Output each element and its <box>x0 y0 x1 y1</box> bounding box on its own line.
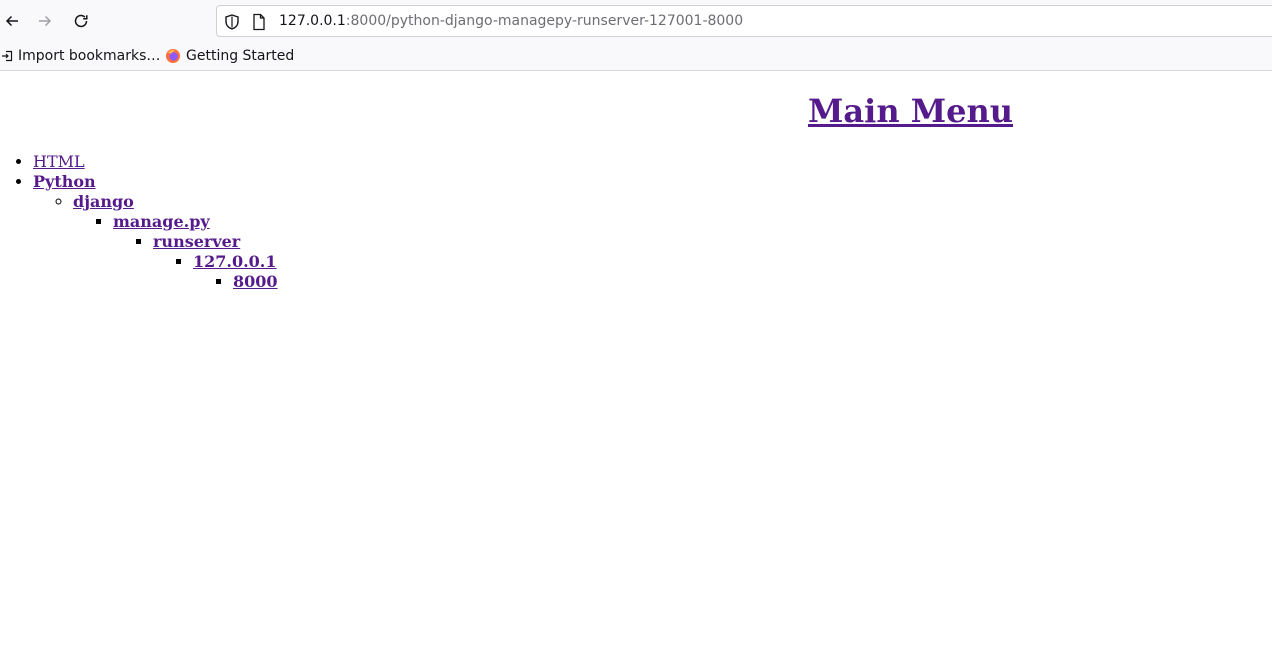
reload-button[interactable] <box>69 9 93 33</box>
django-submenu: manage.py runserver 127.0.0.1 <box>73 212 278 292</box>
port-link[interactable]: 8000 <box>233 272 278 291</box>
url-host: 127.0.0.1 <box>279 13 346 29</box>
address-bar[interactable]: 127.0.0.1:8000/python-django-managepy-ru… <box>216 5 1272 37</box>
page-icon[interactable] <box>252 13 266 31</box>
back-arrow-icon <box>5 15 18 27</box>
python-link[interactable]: Python <box>33 172 96 191</box>
main-menu-link[interactable]: Main Menu <box>808 92 1013 130</box>
forward-button[interactable] <box>33 9 57 33</box>
forward-arrow-icon <box>39 15 52 27</box>
firefox-icon <box>166 49 180 63</box>
page-content: Main Menu HTML Python django manage.py r… <box>0 71 1272 667</box>
managepy-link[interactable]: manage.py <box>113 212 210 231</box>
menu-item-port: 8000 <box>233 272 278 292</box>
managepy-submenu: runserver 127.0.0.1 8000 <box>113 232 278 292</box>
menu-item-host: 127.0.0.1 8000 <box>193 252 278 292</box>
menu-item-html: HTML <box>33 152 278 172</box>
runserver-link[interactable]: runserver <box>153 232 240 251</box>
back-button[interactable] <box>0 9 24 33</box>
bookmark-import-label: Import bookmarks… <box>18 48 161 64</box>
shield-icon[interactable] <box>223 13 241 31</box>
main-menu-list: HTML Python django manage.py runserver <box>0 152 278 292</box>
host-link[interactable]: 127.0.0.1 <box>193 252 277 271</box>
page-title: Main Menu <box>808 91 1013 131</box>
bookmark-import[interactable]: Import bookmarks… <box>1 48 160 64</box>
python-submenu: django manage.py runserver 127.0.0.1 <box>33 192 278 292</box>
runserver-submenu: 127.0.0.1 8000 <box>153 252 278 292</box>
bookmark-getting-started[interactable]: Getting Started <box>165 48 294 64</box>
host-submenu: 8000 <box>193 272 278 292</box>
html-link[interactable]: HTML <box>33 152 85 171</box>
import-icon <box>2 50 13 62</box>
menu-item-python: Python django manage.py runserver <box>33 172 278 292</box>
django-link[interactable]: django <box>73 192 134 211</box>
reload-icon <box>74 14 88 28</box>
menu-item-runserver: runserver 127.0.0.1 8000 <box>153 232 278 292</box>
bookmark-getting-started-label: Getting Started <box>186 48 295 64</box>
url-path: :8000/python-django-managepy-runserver-1… <box>345 13 744 29</box>
bookmarks-toolbar: Import bookmarks… Getting Started <box>0 42 1272 71</box>
url-text[interactable]: 127.0.0.1:8000/python-django-managepy-ru… <box>279 13 743 29</box>
menu-item-django: django manage.py runserver 127.0.0.1 <box>73 192 278 292</box>
browser-toolbar: 127.0.0.1:8000/python-django-managepy-ru… <box>0 0 1272 42</box>
menu-item-managepy: manage.py runserver 127.0.0.1 <box>113 212 278 292</box>
